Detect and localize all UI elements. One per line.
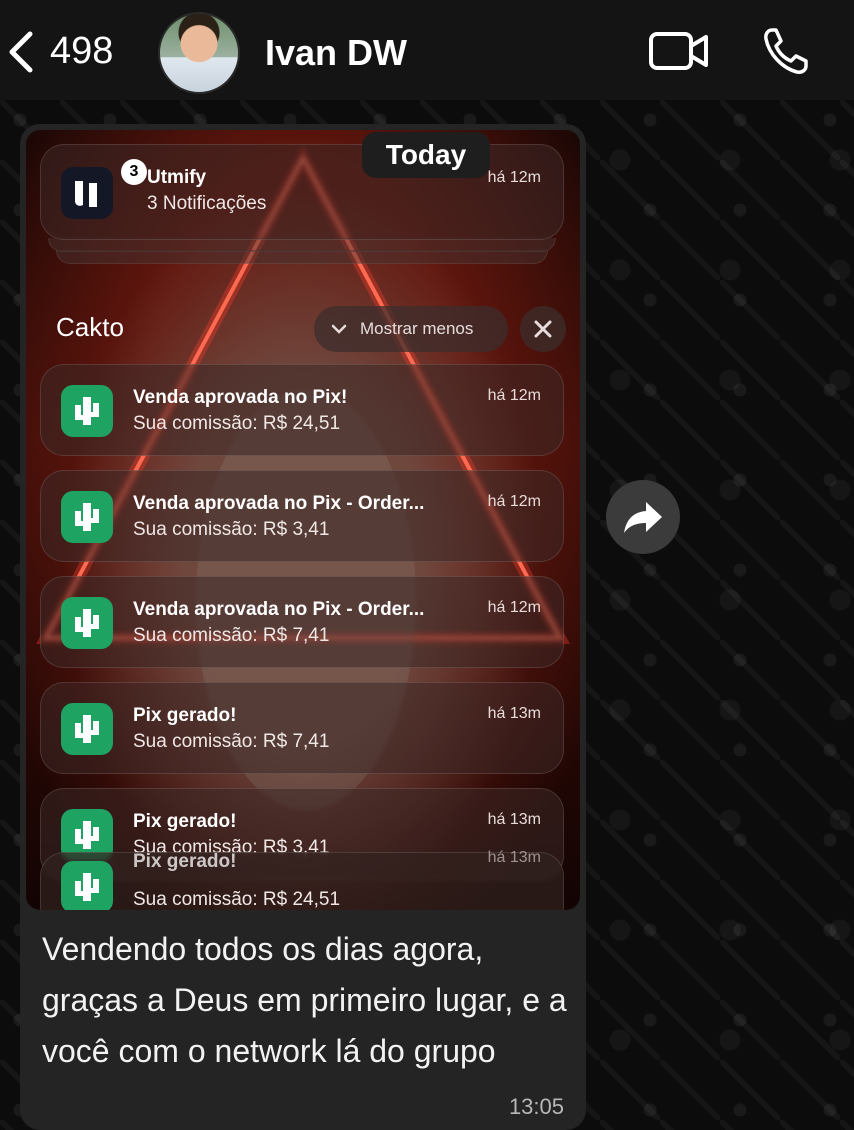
- notification-item[interactable]: Venda aprovada no Pix - Order... Sua com…: [40, 576, 564, 668]
- show-less-label: Mostrar menos: [360, 319, 474, 338]
- notification-time: há 12m: [487, 493, 541, 510]
- show-less-button[interactable]: Mostrar menos: [314, 306, 508, 352]
- cactus-icon: [61, 491, 113, 543]
- video-camera-icon: [649, 32, 708, 70]
- notification-item[interactable]: Pix gerado! Sua comissão: R$ 24,51 há 13…: [40, 849, 564, 910]
- notification-title: Venda aprovada no Pix - Order...: [133, 599, 425, 620]
- notification-title: Pix gerado!: [133, 811, 237, 832]
- video-call-button[interactable]: [648, 30, 710, 72]
- forward-button[interactable]: [606, 480, 680, 554]
- avatar[interactable]: [158, 12, 240, 94]
- utmify-summary: 3 Notificações: [147, 193, 267, 214]
- notification-item[interactable]: Pix gerado! Sua comissão: R$ 7,41 há 13m: [40, 682, 564, 774]
- unread-count[interactable]: 498: [50, 30, 113, 73]
- message-text: Vendendo todos os dias agora, graças a D…: [42, 931, 567, 1069]
- chevron-left-icon: [9, 31, 33, 73]
- message-timestamp: 13:05: [508, 1094, 564, 1119]
- cactus-icon: [61, 597, 113, 649]
- cactus-icon: [61, 385, 113, 437]
- notification-body: Sua comissão: R$ 24,51: [133, 889, 341, 910]
- notification-body: Sua comissão: R$ 7,41: [133, 731, 330, 752]
- utmify-logo-icon: [61, 167, 113, 219]
- notification-title: Pix gerado!: [133, 705, 237, 726]
- notification-item[interactable]: Venda aprovada no Pix - Order... Sua com…: [40, 470, 564, 562]
- notification-screenshot[interactable]: 3 Utmify 3 Notificações há 12m Cakto Mos…: [26, 130, 580, 910]
- notification-time: há 12m: [487, 387, 541, 404]
- notification-title: Pix gerado!: [133, 851, 237, 872]
- notification-count-badge: 3: [121, 159, 147, 185]
- stack-shadow: [56, 250, 548, 264]
- date-divider: Today: [362, 132, 490, 178]
- clear-group-button[interactable]: [520, 306, 566, 352]
- notification-body: Sua comissão: R$ 3,41: [133, 519, 330, 540]
- notification-body: Sua comissão: R$ 7,41: [133, 625, 330, 646]
- notification-time: há 13m: [487, 849, 541, 866]
- notification-body: Sua comissão: R$ 24,51: [133, 413, 341, 434]
- voice-call-button[interactable]: [762, 26, 810, 76]
- close-icon: [534, 320, 552, 338]
- notification-time: há 13m: [487, 811, 541, 828]
- utmify-time: há 12m: [487, 169, 541, 186]
- message-bubble[interactable]: 3 Utmify 3 Notificações há 12m Cakto Mos…: [20, 124, 586, 1130]
- cactus-icon: [61, 703, 113, 755]
- utmify-app-name: Utmify: [147, 167, 207, 188]
- chat-header: 498 Ivan DW: [0, 0, 854, 100]
- chevron-down-icon: [331, 324, 347, 334]
- notification-title: Venda aprovada no Pix!: [133, 387, 348, 408]
- notification-title: Venda aprovada no Pix - Order...: [133, 493, 425, 514]
- notification-item[interactable]: Venda aprovada no Pix! Sua comissão: R$ …: [40, 364, 564, 456]
- phone-icon: [764, 28, 808, 74]
- back-button[interactable]: [4, 30, 40, 74]
- notification-time: há 13m: [487, 705, 541, 722]
- notification-time: há 12m: [487, 599, 541, 616]
- cactus-icon: [61, 861, 113, 910]
- contact-name[interactable]: Ivan DW: [265, 32, 407, 74]
- forward-icon: [624, 502, 662, 533]
- group-title: Cakto: [56, 312, 124, 342]
